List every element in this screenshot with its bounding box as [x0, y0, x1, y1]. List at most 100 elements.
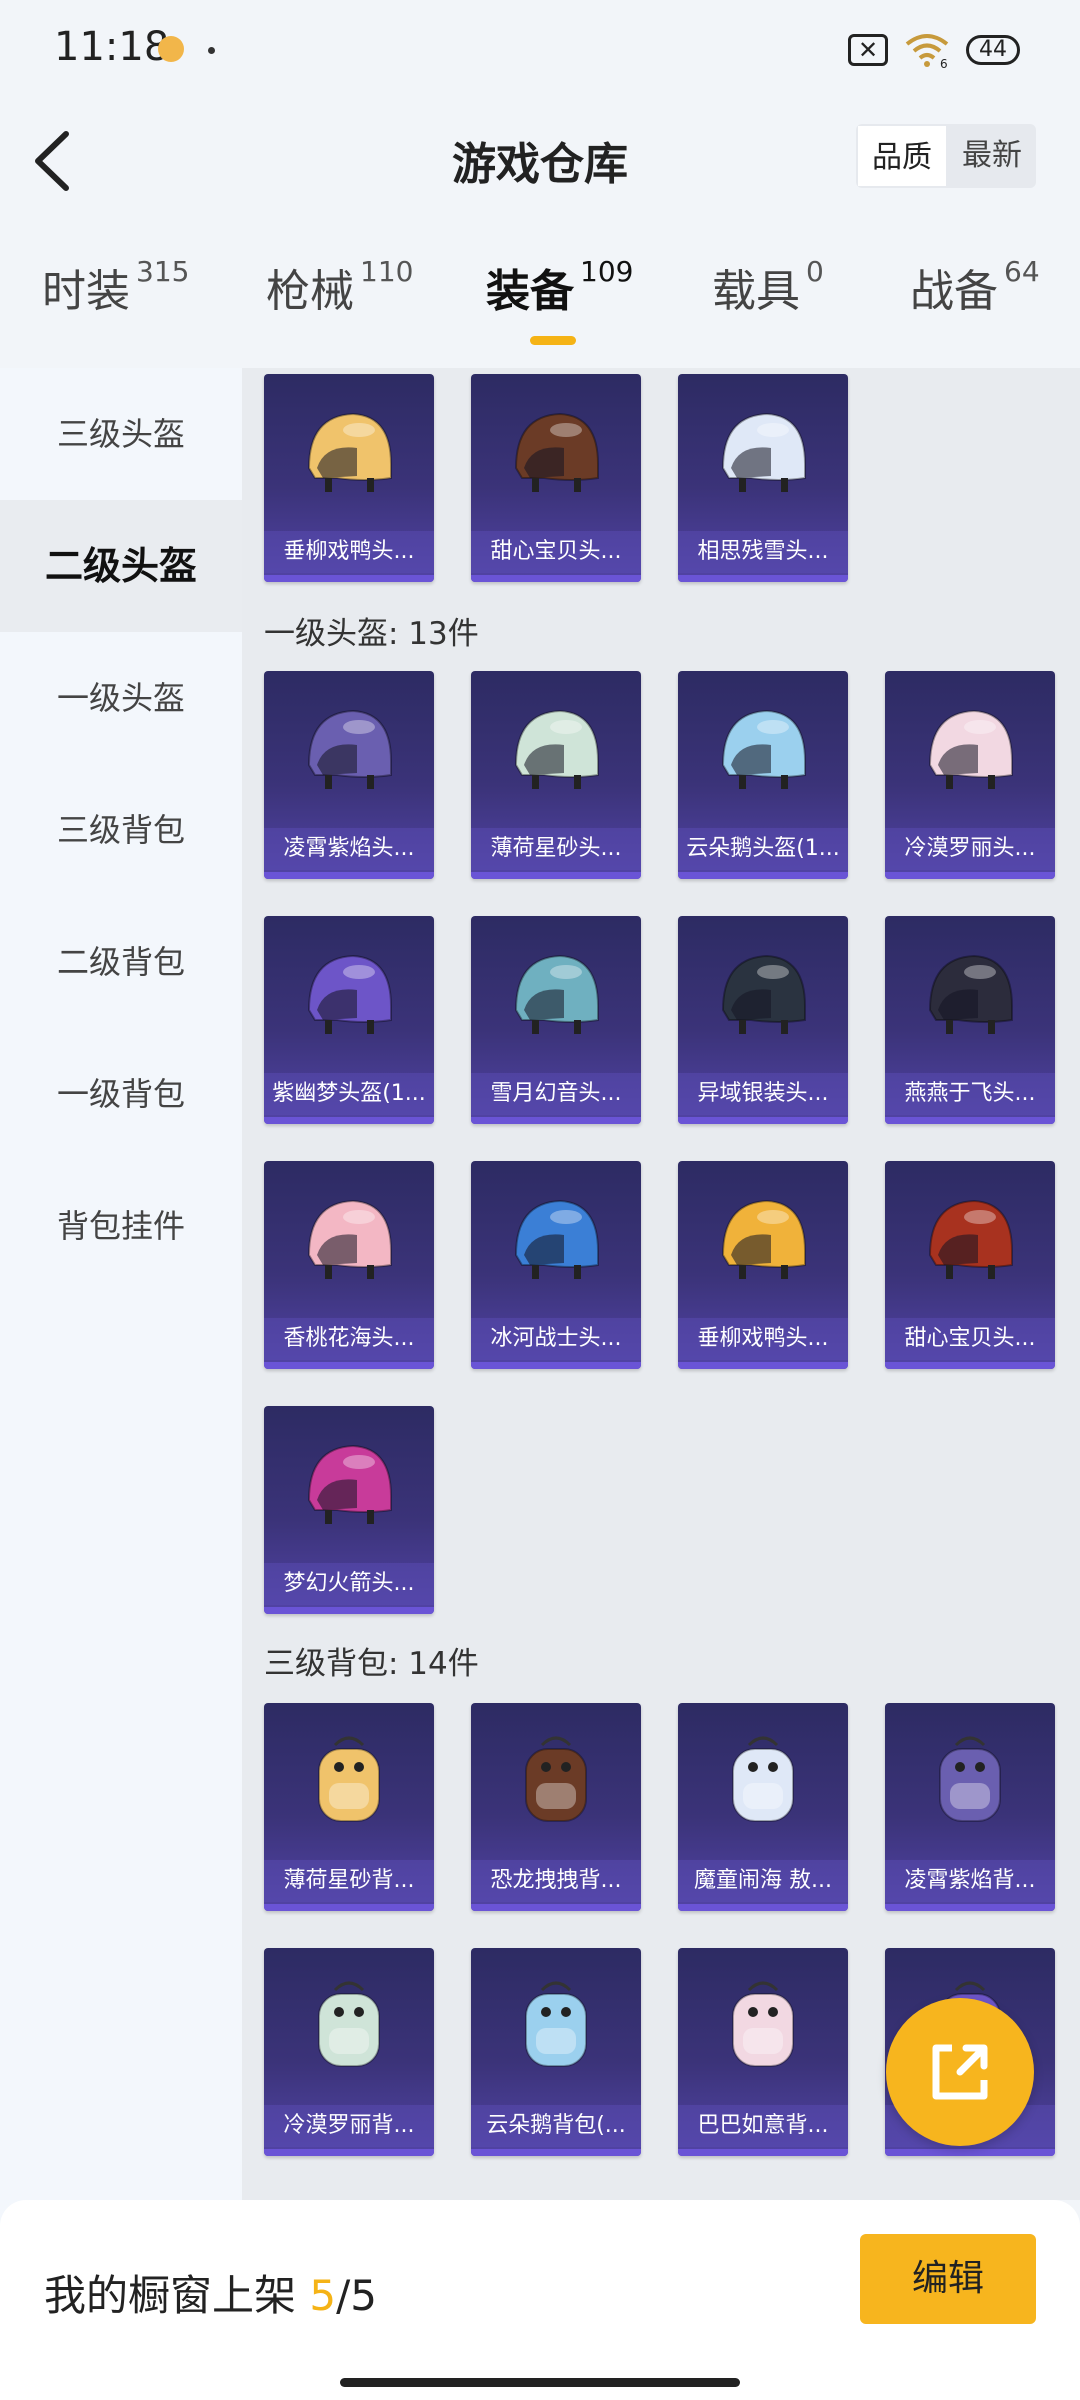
helmet-item-card[interactable]: 甜心宝贝头... [471, 374, 641, 582]
showcase-status: 我的橱窗上架 5/5 [44, 2262, 377, 2323]
sort-toggle: 品质 最新 [856, 124, 1036, 188]
tab-label: 战备 [910, 266, 998, 317]
tab-firearms[interactable]: 枪械 110 [266, 255, 413, 319]
helmet-item-card[interactable]: 异域银装头... [678, 916, 848, 1124]
helmet-item-card[interactable]: 燕燕于飞头... [885, 916, 1055, 1124]
tab-label: 时装 [42, 266, 130, 317]
helmet-item-card[interactable]: 凌霄紫焰头... [264, 671, 434, 879]
home-indicator[interactable] [340, 2378, 740, 2387]
helmet-icon [721, 1199, 806, 1279]
wifi-signal-label: 6 [940, 57, 948, 68]
tab-equipment[interactable]: 装备 109 [486, 255, 633, 319]
helmet-item-card[interactable]: 相思残雪头... [678, 374, 848, 582]
helmet-icon [721, 709, 806, 789]
backpack-item-card[interactable]: 凌霄紫焰背... [885, 1703, 1055, 1911]
header: 游戏仓库 品质 最新 [0, 110, 1080, 210]
active-tab-indicator [530, 336, 576, 345]
helmet-item-card[interactable]: 薄荷星砂头... [471, 671, 641, 879]
backpack-icon [732, 1736, 794, 1822]
app-notification-icon [158, 36, 184, 62]
helmet-icon [514, 709, 599, 789]
helmet-icon [721, 412, 806, 492]
backpack-icon [318, 1736, 380, 1822]
tab-label: 装备 [486, 266, 574, 317]
item-name: 冷漠罗丽背... [264, 2105, 434, 2147]
bottom-bar: 我的橱窗上架 5/5 编辑 [0, 2200, 1080, 2400]
tab-count: 0 [806, 255, 824, 288]
item-name: 垂柳戏鸭头... [678, 1318, 848, 1360]
helmet-icon [514, 412, 599, 492]
helmet-item-card[interactable]: 雪月幻音头... [471, 916, 641, 1124]
item-name: 魔童闹海 敖... [678, 1860, 848, 1902]
item-name: 云朵鹅背包(... [471, 2105, 641, 2147]
helmet-icon [514, 954, 599, 1034]
helmet-item-card[interactable]: 云朵鹅头盔(1... [678, 671, 848, 879]
helmet-icon [307, 1199, 392, 1279]
backpack-icon [939, 1736, 1001, 1822]
more-notifications-dot [208, 47, 215, 54]
backpack-item-card[interactable]: 云朵鹅背包(... [471, 1948, 641, 2156]
helmet-icon [307, 709, 392, 789]
showcase-total: /5 [336, 2271, 377, 2320]
sort-by-latest[interactable]: 最新 [948, 124, 1036, 188]
tab-label: 枪械 [266, 266, 354, 317]
no-sim-icon: ✕ [848, 34, 888, 66]
helmet-icon [928, 954, 1013, 1034]
backpack-icon [525, 1736, 587, 1822]
backpack-icon [318, 1981, 380, 2067]
tab-count: 315 [136, 255, 190, 288]
helmet-icon [721, 954, 806, 1034]
helmet-icon [307, 412, 392, 492]
helmet-icon [307, 954, 392, 1034]
helmet-icon [928, 709, 1013, 789]
tab-label: 载具 [712, 266, 800, 317]
battery-indicator: 44 [966, 35, 1020, 65]
showcase-label: 我的橱窗上架 [44, 2271, 297, 2320]
sidebar-item-level3-helmet[interactable]: 三级头盔 [0, 368, 242, 500]
backpack-item-card[interactable]: 魔童闹海 敖... [678, 1703, 848, 1911]
item-grid: 一级头盔: 13件 三级背包: 14件 垂柳戏鸭头... 甜心宝贝头... 相思… [242, 368, 1080, 2200]
tab-combat-gear[interactable]: 战备 64 [910, 255, 1040, 319]
edit-button[interactable]: 编辑 [860, 2234, 1036, 2324]
helmet-item-card[interactable]: 冷漠罗丽头... [885, 671, 1055, 879]
share-button[interactable] [886, 1998, 1034, 2146]
item-name: 垂柳戏鸭头... [264, 531, 434, 573]
item-name: 相思残雪头... [678, 531, 848, 573]
tab-fashion[interactable]: 时装 315 [42, 255, 189, 319]
helmet-item-card[interactable]: 香桃花海头... [264, 1161, 434, 1369]
helmet-item-card[interactable]: 垂柳戏鸭头... [264, 374, 434, 582]
backpack-item-card[interactable]: 巴巴如意背... [678, 1948, 848, 2156]
item-name: 甜心宝贝头... [885, 1318, 1055, 1360]
helmet-item-card[interactable]: 梦幻火箭头... [264, 1406, 434, 1614]
item-name: 凌霄紫焰背... [885, 1860, 1055, 1902]
share-icon [932, 2044, 988, 2100]
helmet-icon [928, 1199, 1013, 1279]
sidebar-item-level1-backpack[interactable]: 一级背包 [0, 1028, 242, 1160]
helmet-item-card[interactable]: 紫幽梦头盔(1... [264, 916, 434, 1124]
item-name: 梦幻火箭头... [264, 1563, 434, 1605]
sidebar-item-level1-helmet[interactable]: 一级头盔 [0, 632, 242, 764]
section-title-level1-helmets: 一级头盔: 13件 [264, 616, 479, 652]
backpack-item-card[interactable]: 冷漠罗丽背... [264, 1948, 434, 2156]
backpack-item-card[interactable]: 恐龙拽拽背... [471, 1703, 641, 1911]
item-name: 燕燕于飞头... [885, 1073, 1055, 1115]
sidebar-item-backpack-charm[interactable]: 背包挂件 [0, 1160, 242, 1292]
sidebar: 三级头盔 二级头盔 一级头盔 三级背包 二级背包 一级背包 背包挂件 [0, 368, 242, 2400]
sort-by-quality[interactable]: 品质 [856, 124, 948, 188]
sidebar-item-level2-helmet[interactable]: 二级头盔 [0, 500, 242, 632]
backpack-item-card[interactable]: 薄荷星砂背... [264, 1703, 434, 1911]
helmet-icon [514, 1199, 599, 1279]
section-title-level3-backpacks: 三级背包: 14件 [264, 1646, 479, 1682]
helmet-item-card[interactable]: 垂柳戏鸭头... [678, 1161, 848, 1369]
item-name: 异域银装头... [678, 1073, 848, 1115]
sidebar-item-level2-backpack[interactable]: 二级背包 [0, 896, 242, 1028]
item-name: 云朵鹅头盔(1... [678, 828, 848, 870]
helmet-item-card[interactable]: 冰河战士头... [471, 1161, 641, 1369]
helmet-item-card[interactable]: 甜心宝贝头... [885, 1161, 1055, 1369]
tab-count: 109 [580, 255, 634, 288]
sidebar-item-level3-backpack[interactable]: 三级背包 [0, 764, 242, 896]
item-name: 冷漠罗丽头... [885, 828, 1055, 870]
helmet-icon [307, 1444, 392, 1524]
tab-vehicles[interactable]: 载具 0 [712, 255, 824, 319]
item-name: 紫幽梦头盔(1... [264, 1073, 434, 1115]
